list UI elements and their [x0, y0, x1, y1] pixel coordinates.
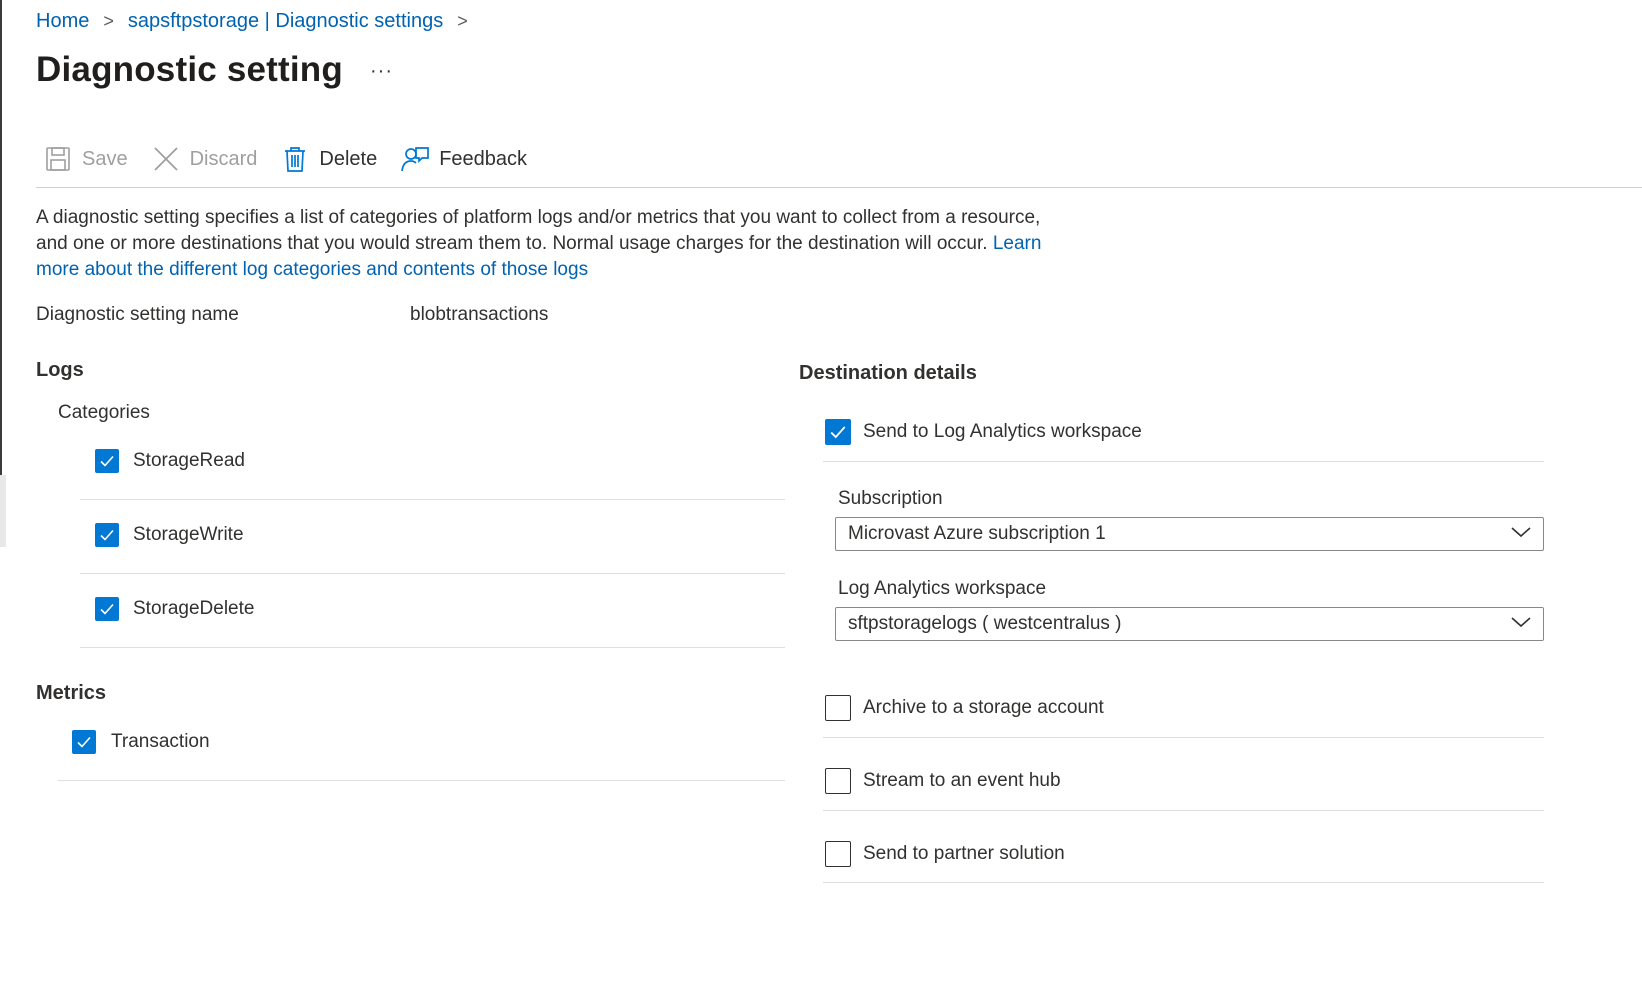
row-divider	[823, 737, 1544, 738]
checkmark-icon	[77, 736, 91, 748]
checkmark-icon	[100, 529, 114, 541]
partner-solution-checkbox[interactable]	[825, 841, 851, 867]
save-icon	[44, 145, 72, 173]
setting-name-label: Diagnostic setting name	[36, 304, 239, 325]
archive-checkbox[interactable]	[825, 695, 851, 721]
event-hub-label: Stream to an event hub	[863, 770, 1061, 791]
storage-read-checkbox[interactable]	[95, 449, 119, 473]
row-divider	[80, 499, 785, 500]
log-analytics-checkbox[interactable]	[825, 419, 851, 445]
storage-delete-checkbox[interactable]	[95, 597, 119, 621]
breadcrumb: Home > sapsftpstorage | Diagnostic setti…	[36, 10, 482, 33]
transaction-checkbox[interactable]	[72, 730, 96, 754]
command-bar: Save Discard Delete Feedback	[44, 145, 551, 173]
storage-write-checkbox[interactable]	[95, 523, 119, 547]
subscription-dropdown[interactable]: Microvast Azure subscription 1	[835, 517, 1544, 551]
event-hub-checkbox[interactable]	[825, 768, 851, 794]
delete-label: Delete	[319, 147, 378, 170]
diagnostic-setting-page: Home > sapsftpstorage | Diagnostic setti…	[0, 0, 1642, 997]
trash-icon	[281, 145, 309, 173]
storage-read-label: StorageRead	[133, 450, 245, 471]
workspace-dropdown[interactable]: sftpstoragelogs ( westcentralus )	[835, 607, 1544, 641]
checkmark-icon	[100, 603, 114, 615]
feedback-icon	[401, 145, 430, 173]
breadcrumb-diagnostic-settings[interactable]: sapsftpstorage | Diagnostic settings	[128, 10, 443, 33]
setting-name-value: blobtransactions	[410, 304, 549, 325]
discard-label: Discard	[189, 147, 258, 170]
breadcrumb-separator: >	[457, 11, 468, 31]
logs-heading: Logs	[36, 359, 84, 381]
chevron-down-icon	[1511, 615, 1531, 634]
close-icon	[152, 145, 180, 173]
breadcrumb-home[interactable]: Home	[36, 10, 89, 33]
description: A diagnostic setting specifies a list of…	[36, 205, 1076, 283]
feedback-button[interactable]: Feedback	[401, 145, 527, 173]
checkmark-icon	[830, 426, 846, 439]
log-analytics-label: Send to Log Analytics workspace	[863, 421, 1142, 442]
chevron-down-icon	[1511, 525, 1531, 544]
row-divider	[58, 780, 785, 781]
row-divider	[823, 461, 1544, 462]
toolbar-divider	[36, 187, 1642, 188]
metrics-heading: Metrics	[36, 682, 107, 704]
categories-label: Categories	[58, 402, 150, 423]
subscription-value: Microvast Azure subscription 1	[848, 523, 1106, 544]
more-options-button[interactable]: ···	[370, 60, 393, 83]
row-divider	[80, 647, 785, 648]
description-text: A diagnostic setting specifies a list of…	[36, 207, 1041, 254]
storage-delete-label: StorageDelete	[133, 598, 255, 619]
partner-solution-label: Send to partner solution	[863, 843, 1065, 864]
feedback-label: Feedback	[439, 147, 528, 170]
breadcrumb-separator: >	[103, 11, 114, 31]
row-divider	[80, 573, 785, 574]
delete-button[interactable]: Delete	[281, 145, 377, 173]
discard-button[interactable]: Discard	[152, 145, 258, 173]
save-label: Save	[82, 147, 128, 170]
subscription-label: Subscription	[838, 488, 943, 509]
frame-edge-scroll	[0, 475, 6, 547]
row-divider	[823, 810, 1544, 811]
workspace-value: sftpstoragelogs ( westcentralus )	[848, 613, 1122, 634]
frame-edge	[0, 0, 2, 475]
workspace-label: Log Analytics workspace	[838, 578, 1047, 599]
save-button[interactable]: Save	[44, 145, 128, 173]
page-title: Diagnostic setting	[36, 50, 343, 89]
destination-heading: Destination details	[799, 362, 977, 384]
storage-write-label: StorageWrite	[133, 524, 244, 545]
archive-label: Archive to a storage account	[863, 697, 1104, 718]
row-divider	[823, 882, 1544, 883]
checkmark-icon	[100, 455, 114, 467]
transaction-label: Transaction	[111, 731, 210, 752]
